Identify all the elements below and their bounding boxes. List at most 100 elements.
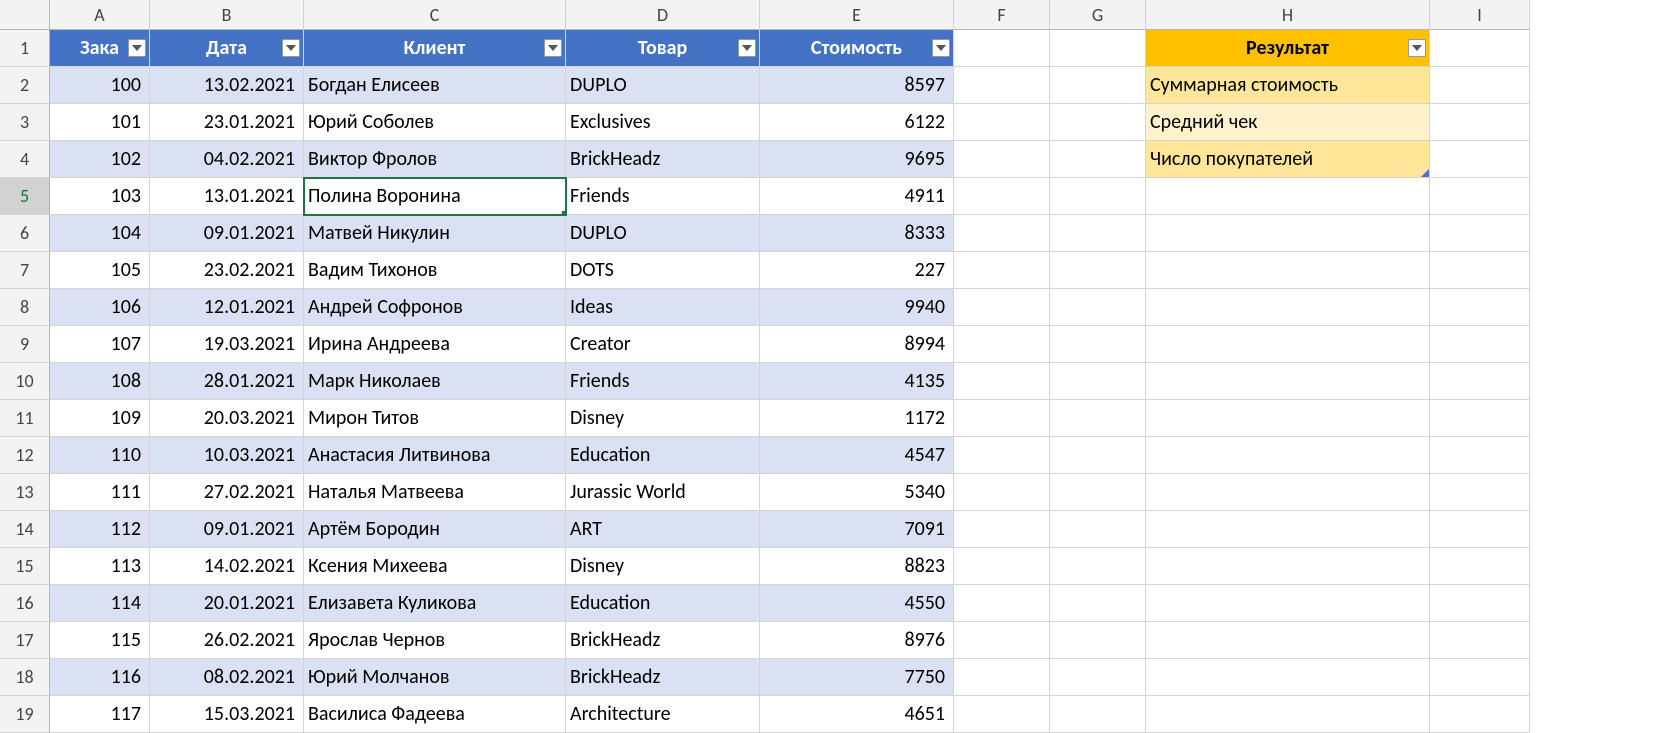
cell-F10[interactable]: [954, 363, 1050, 400]
col-header-C[interactable]: C: [304, 0, 566, 30]
row-header-12[interactable]: 12: [0, 437, 50, 474]
filter-dropdown-E[interactable]: [932, 39, 950, 57]
row-header-15[interactable]: 15: [0, 548, 50, 585]
cell-B16[interactable]: 20.01.2021: [150, 585, 304, 622]
cell-F5[interactable]: [954, 178, 1050, 215]
table-header-A[interactable]: Зака: [50, 30, 150, 67]
filter-dropdown-H[interactable]: [1408, 39, 1426, 57]
cell-E16[interactable]: 4550: [760, 585, 954, 622]
cell-G14[interactable]: [1050, 511, 1146, 548]
cell-C9[interactable]: Ирина Андреева: [304, 326, 566, 363]
cell-C7[interactable]: Вадим Тихонов: [304, 252, 566, 289]
cell-G8[interactable]: [1050, 289, 1146, 326]
cell-B11[interactable]: 20.03.2021: [150, 400, 304, 437]
cell-E8[interactable]: 9940: [760, 289, 954, 326]
cell-A18[interactable]: 116: [50, 659, 150, 696]
cell-I10[interactable]: [1430, 363, 1530, 400]
row-header-5[interactable]: 5: [0, 178, 50, 215]
cell-E13[interactable]: 5340: [760, 474, 954, 511]
cell-D5[interactable]: Friends: [566, 178, 760, 215]
cell-H7[interactable]: [1146, 252, 1430, 289]
row-header-4[interactable]: 4: [0, 141, 50, 178]
row-header-11[interactable]: 11: [0, 400, 50, 437]
cell-E9[interactable]: 8994: [760, 326, 954, 363]
cell-D2[interactable]: DUPLO: [566, 67, 760, 104]
cell-I17[interactable]: [1430, 622, 1530, 659]
cell-F18[interactable]: [954, 659, 1050, 696]
cell-C13[interactable]: Наталья Матвеева: [304, 474, 566, 511]
col-header-G[interactable]: G: [1050, 0, 1146, 30]
cell-C16[interactable]: Елизавета Куликова: [304, 585, 566, 622]
cell-F6[interactable]: [954, 215, 1050, 252]
cell-D9[interactable]: Creator: [566, 326, 760, 363]
cell-D8[interactable]: Ideas: [566, 289, 760, 326]
cell-B10[interactable]: 28.01.2021: [150, 363, 304, 400]
cell-G3[interactable]: [1050, 104, 1146, 141]
cell-E19[interactable]: 4651: [760, 696, 954, 733]
table-header-D[interactable]: Товар: [566, 30, 760, 67]
cell-D17[interactable]: BrickHeadz: [566, 622, 760, 659]
filter-dropdown-B[interactable]: [282, 39, 300, 57]
cell-E15[interactable]: 8823: [760, 548, 954, 585]
result-row-1[interactable]: Средний чек: [1146, 104, 1430, 141]
cell-E7[interactable]: 227: [760, 252, 954, 289]
row-header-8[interactable]: 8: [0, 289, 50, 326]
cell-F15[interactable]: [954, 548, 1050, 585]
cell-B3[interactable]: 23.01.2021: [150, 104, 304, 141]
cell-D10[interactable]: Friends: [566, 363, 760, 400]
cell-E2[interactable]: 8597: [760, 67, 954, 104]
col-header-F[interactable]: F: [954, 0, 1050, 30]
cell-D11[interactable]: Disney: [566, 400, 760, 437]
cell-A16[interactable]: 114: [50, 585, 150, 622]
cell-C18[interactable]: Юрий Молчанов: [304, 659, 566, 696]
cell-E10[interactable]: 4135: [760, 363, 954, 400]
cell-D18[interactable]: BrickHeadz: [566, 659, 760, 696]
cell-H11[interactable]: [1146, 400, 1430, 437]
row-header-14[interactable]: 14: [0, 511, 50, 548]
cell-F17[interactable]: [954, 622, 1050, 659]
cell-H19[interactable]: [1146, 696, 1430, 733]
cell-I2[interactable]: [1430, 67, 1530, 104]
col-header-I[interactable]: I: [1430, 0, 1530, 30]
row-header-19[interactable]: 19: [0, 696, 50, 733]
filter-dropdown-D[interactable]: [738, 39, 756, 57]
cell-G7[interactable]: [1050, 252, 1146, 289]
cell-C15[interactable]: Ксения Михеева: [304, 548, 566, 585]
cell-B19[interactable]: 15.03.2021: [150, 696, 304, 733]
cell-B2[interactable]: 13.02.2021: [150, 67, 304, 104]
row-header-7[interactable]: 7: [0, 252, 50, 289]
cell-B4[interactable]: 04.02.2021: [150, 141, 304, 178]
cell-C11[interactable]: Мирон Титов: [304, 400, 566, 437]
cell-A14[interactable]: 112: [50, 511, 150, 548]
cell-G12[interactable]: [1050, 437, 1146, 474]
result-header[interactable]: Результат: [1146, 30, 1430, 67]
cell-B17[interactable]: 26.02.2021: [150, 622, 304, 659]
cell-I11[interactable]: [1430, 400, 1530, 437]
cell-A12[interactable]: 110: [50, 437, 150, 474]
cell-I19[interactable]: [1430, 696, 1530, 733]
cell-I12[interactable]: [1430, 437, 1530, 474]
cell-E3[interactable]: 6122: [760, 104, 954, 141]
cell-H16[interactable]: [1146, 585, 1430, 622]
select-all-corner[interactable]: [0, 0, 50, 30]
cell-G19[interactable]: [1050, 696, 1146, 733]
cell-F7[interactable]: [954, 252, 1050, 289]
cell-H14[interactable]: [1146, 511, 1430, 548]
cell-I3[interactable]: [1430, 104, 1530, 141]
cell-G11[interactable]: [1050, 400, 1146, 437]
cell-C19[interactable]: Василиса Фадеева: [304, 696, 566, 733]
cell-G10[interactable]: [1050, 363, 1146, 400]
cell-G4[interactable]: [1050, 141, 1146, 178]
col-header-B[interactable]: B: [150, 0, 304, 30]
cell-C8[interactable]: Андрей Софронов: [304, 289, 566, 326]
cell-I7[interactable]: [1430, 252, 1530, 289]
cell-F8[interactable]: [954, 289, 1050, 326]
cell-B9[interactable]: 19.03.2021: [150, 326, 304, 363]
cell-H5[interactable]: [1146, 178, 1430, 215]
cell-G2[interactable]: [1050, 67, 1146, 104]
cell-G15[interactable]: [1050, 548, 1146, 585]
cell-G9[interactable]: [1050, 326, 1146, 363]
cell-C5[interactable]: Полина Воронина: [304, 178, 566, 215]
cell-I15[interactable]: [1430, 548, 1530, 585]
cell-F16[interactable]: [954, 585, 1050, 622]
